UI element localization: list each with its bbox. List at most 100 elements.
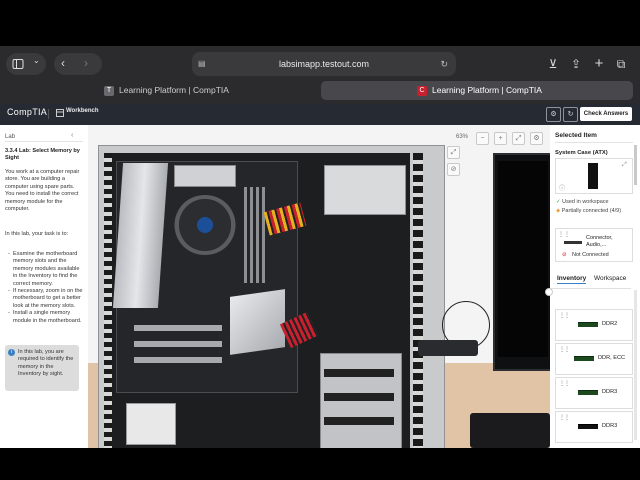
selected-item-name: System Case (ATX) <box>555 150 608 156</box>
task-item: Install a single memory module in the mo… <box>8 310 84 325</box>
sidebar-icon <box>12 59 24 69</box>
drive-slot <box>324 369 394 377</box>
favicon-icon: T <box>104 85 114 96</box>
monitor-screen <box>498 161 548 357</box>
collapse-chevron-icon[interactable]: ‹ <box>71 132 73 139</box>
selected-item-header: Selected Item <box>555 132 597 139</box>
scrollbar-thumb[interactable] <box>634 145 637 185</box>
ram-module-icon <box>578 390 598 395</box>
drag-grip-icon: ⋮⋮ <box>559 415 570 421</box>
pci-slot <box>134 325 222 331</box>
divider <box>555 142 633 143</box>
lab-header: Lab <box>5 134 16 140</box>
memory-slot[interactable] <box>244 187 247 283</box>
chipset-heatsink <box>230 289 285 355</box>
case-vents <box>104 153 112 448</box>
tab-overview-icon[interactable]: ⧉ <box>613 53 629 75</box>
tab-label: Learning Platform | CompTIA <box>432 85 542 95</box>
inventory-item-ddr-ecc[interactable]: ⋮⋮ DDR, ECC <box>555 343 633 375</box>
download-icon[interactable]: ⊻ <box>545 53 561 75</box>
cpu-fan-image <box>174 195 236 255</box>
inventory-item-ddr2[interactable]: ⋮⋮ DDR2 <box>555 309 633 341</box>
zoom-level: 63% <box>456 134 469 140</box>
info-icon[interactable]: ⓘ <box>559 183 565 192</box>
workbench-label: Workbench <box>66 108 99 114</box>
comptia-favicon-icon: C <box>417 85 427 96</box>
zoom-out-icon[interactable]: − <box>476 132 489 145</box>
forward-button[interactable]: › <box>84 56 88 70</box>
not-connected-icon: ⊘ <box>562 252 567 258</box>
tab-label: Learning Platform | CompTIA <box>119 85 229 95</box>
fullscreen-icon[interactable]: ⤢ <box>512 132 525 145</box>
drive-bay <box>324 165 406 215</box>
tab-learning-platform-1[interactable]: T Learning Platform | CompTIA <box>90 81 316 100</box>
system-case-thumbnail[interactable]: ⓘ ⤢ <box>555 158 633 194</box>
inventory-item-label: DDR3 <box>602 423 618 429</box>
divider <box>551 288 631 289</box>
chevron-down-icon: ⌄ <box>33 56 40 65</box>
drive-slot <box>324 393 394 401</box>
tab-workspace[interactable]: Workspace <box>594 275 626 282</box>
note-text: In this lab, you are required to identif… <box>18 349 74 378</box>
address-bar[interactable]: ▤ labsimapp.testout.com ↻ <box>192 52 456 76</box>
inventory-item-label: DDR2 <box>602 321 618 327</box>
ram-module-icon <box>578 322 598 327</box>
ram-module-icon <box>578 424 598 429</box>
inventory-item-label: DDR3 <box>602 389 618 395</box>
connector-status: Not Connected <box>572 252 609 258</box>
lab-intro: You work at a computer repair store. You… <box>5 169 80 213</box>
partially-connected-status[interactable]: ◈ Partially connected (4/9) <box>556 208 626 214</box>
bottom-black-bar <box>0 448 640 480</box>
used-in-workspace-status: ✓ Used in workspace <box>556 199 609 205</box>
case-vents <box>413 153 423 448</box>
connector-item[interactable]: ⋮⋮ Connector, Audio,... ⊘ Not Connected <box>555 228 633 262</box>
divider <box>5 141 83 142</box>
pci-slot <box>134 341 222 347</box>
sidebar-toggle-button[interactable]: ⌄ <box>6 53 46 75</box>
info-icon: i <box>8 349 15 356</box>
fit-view-icon[interactable]: ⤢ <box>447 146 460 159</box>
back-button[interactable]: ‹ <box>61 56 65 70</box>
inventory-item-label: DDR, ECC <box>598 355 626 361</box>
divider <box>48 109 49 119</box>
inventory-item-ddr3[interactable]: ⋮⋮ DDR3 <box>555 377 633 409</box>
heatsink-top <box>174 165 236 187</box>
memory-slot[interactable] <box>256 187 259 283</box>
note-box: i In this lab, you are required to ident… <box>5 345 79 391</box>
task-item: If necessary, zoom in on the motherboard… <box>8 288 84 310</box>
workspace-canvas[interactable]: ⤢ ⊘ <box>88 125 550 448</box>
share-icon[interactable]: ⇪ <box>568 53 584 75</box>
inventory-item-ddr3[interactable]: ⋮⋮ DDR3 <box>555 411 633 443</box>
workbench-icon <box>56 109 64 117</box>
drag-grip-icon: ⋮⋮ <box>559 313 570 319</box>
connector-icon <box>564 241 582 244</box>
check-answers-button[interactable]: Check Answers <box>580 107 632 121</box>
case-thumbnail-icon <box>588 163 598 189</box>
settings-gear-icon[interactable]: ⚙ <box>546 107 561 122</box>
memory-slot[interactable] <box>250 187 253 283</box>
tab-inventory[interactable]: Inventory <box>557 275 587 284</box>
zoom-in-icon[interactable]: + <box>494 132 507 145</box>
scrollbar[interactable] <box>634 290 637 440</box>
reload-icon[interactable]: ↻ <box>440 52 448 76</box>
ram-module-icon <box>574 356 594 361</box>
drag-grip-icon: ⋮⋮ <box>559 347 570 353</box>
keyboard-image <box>470 413 550 448</box>
expand-icon[interactable]: ⤢ <box>622 162 627 169</box>
new-tab-icon[interactable]: + <box>591 53 607 75</box>
task-intro: In this lab, your task is to: <box>5 231 69 237</box>
page-menu-icon[interactable]: ▤ <box>198 52 206 76</box>
comptia-logo: CompTIA <box>7 107 48 117</box>
tab-learning-platform-2[interactable]: C Learning Platform | CompTIA <box>321 81 633 100</box>
scroll-handle[interactable] <box>545 288 553 296</box>
settings-icon[interactable]: ⚙ <box>530 132 543 145</box>
memory-slot[interactable] <box>262 187 265 283</box>
url-text: labsimapp.testout.com <box>278 59 370 69</box>
lab-title: 3.3.4 Lab: Select Memory by Sight <box>5 148 80 161</box>
drag-grip-icon: ⋮⋮ <box>559 381 570 387</box>
reset-icon[interactable]: ↻ <box>563 107 578 122</box>
connector-label: Connector, Audio,... <box>586 235 613 248</box>
cable-plug <box>418 340 478 356</box>
hide-view-icon[interactable]: ⊘ <box>447 163 460 176</box>
task-item: Examine the motherboard memory slots and… <box>8 251 84 288</box>
